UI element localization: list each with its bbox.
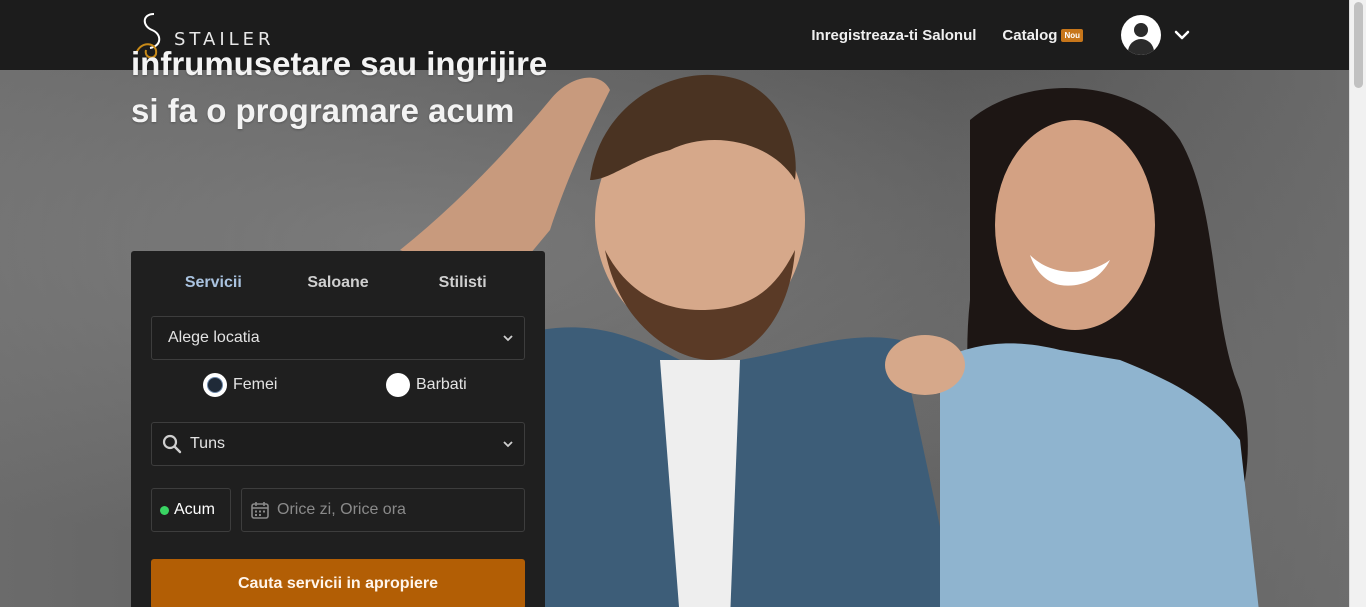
radio-men-label: Barbati [416,376,467,393]
date-time-input[interactable]: Orice zi, Orice ora [241,488,525,532]
date-input-placeholder: Orice zi, Orice ora [277,501,406,518]
scrollbar-thumb[interactable] [1354,2,1363,88]
location-select-value: Alege locatia [168,329,260,346]
avatar-head [1134,23,1148,37]
user-menu[interactable] [1121,15,1191,55]
new-badge: Nou [1061,28,1083,42]
main-nav: Inregistreaza-ti Salonul Catalog Nou [785,0,1191,70]
radio-women[interactable]: Femei [203,373,277,397]
chevron-down-icon[interactable] [1173,26,1191,44]
search-card: Servicii Saloane Stilisti Alege locatia … [131,251,545,607]
avatar-body [1128,39,1154,55]
service-select[interactable]: Tuns [151,422,525,466]
time-row: Acum Orice zi, Orice ora [151,488,525,532]
page-scrollbar[interactable] [1349,0,1366,607]
chevron-down-icon [503,335,513,342]
radio-men[interactable]: Barbati [386,373,467,397]
now-button-label: Acum [174,501,215,518]
tab-saloane[interactable]: Saloane [276,274,401,292]
catalog-label: Catalog [1002,26,1058,44]
search-tabs: Servicii Saloane Stilisti [131,251,545,315]
tab-servicii[interactable]: Servicii [151,274,276,292]
radio-women-label: Femei [233,376,278,393]
catalog-link[interactable]: Catalog Nou [1002,27,1083,44]
now-button[interactable]: Acum [151,488,231,532]
tab-stilisti[interactable]: Stilisti [400,274,525,292]
chevron-down-icon [503,441,513,448]
gender-radio-group: Femei Barbati [151,373,525,403]
radio-men-circle[interactable] [386,373,410,397]
location-select[interactable]: Alege locatia [151,316,525,360]
service-select-value: Tuns [190,435,225,452]
radio-women-circle[interactable] [203,373,227,397]
hero-headline: infrumusetare sau ingrijire si fa o prog… [131,45,548,129]
now-status-dot [160,505,169,515]
user-avatar-icon[interactable] [1121,15,1161,55]
register-salon-link[interactable]: Inregistreaza-ti Salonul [811,27,976,44]
search-icon [162,434,182,454]
search-services-button[interactable]: Cauta servicii in apropiere [151,559,525,607]
calendar-icon [251,502,269,519]
